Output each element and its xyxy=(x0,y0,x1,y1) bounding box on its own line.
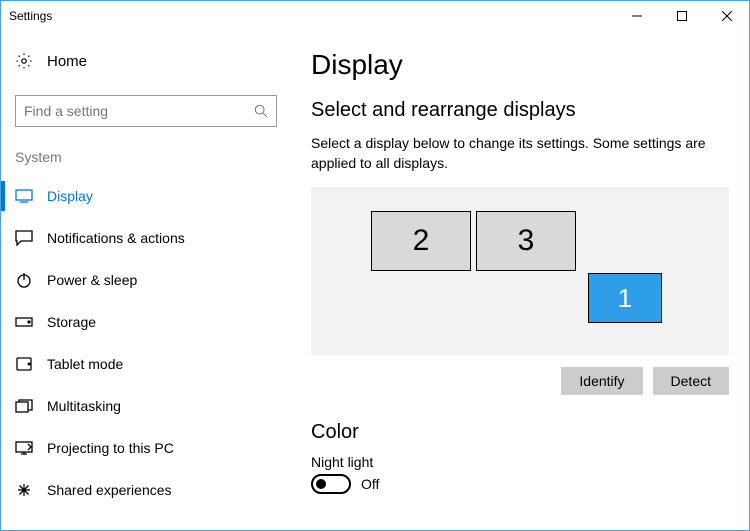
night-light-label: Night light xyxy=(311,454,729,470)
window-title: Settings xyxy=(9,9,52,23)
close-icon xyxy=(722,11,732,21)
storage-icon xyxy=(15,317,33,327)
shared-icon xyxy=(15,482,33,498)
arrange-description: Select a display below to change its set… xyxy=(311,134,729,173)
sidebar-item-label: Shared experiences xyxy=(47,482,172,498)
content-area: Display Select and rearrange displays Se… xyxy=(291,31,749,530)
search-box[interactable] xyxy=(15,95,277,127)
sidebar-item-label: Projecting to this PC xyxy=(47,440,174,456)
sidebar-item-label: Storage xyxy=(47,314,96,330)
sidebar-item-tablet[interactable]: Tablet mode xyxy=(1,343,291,385)
minimize-button[interactable] xyxy=(614,1,659,31)
power-icon xyxy=(15,272,33,288)
sidebar-item-label: Notifications & actions xyxy=(47,230,185,246)
section-label: System xyxy=(1,149,291,165)
sidebar-item-notifications[interactable]: Notifications & actions xyxy=(1,217,291,259)
multitasking-icon xyxy=(15,399,33,413)
titlebar: Settings xyxy=(1,1,749,31)
display-arrangement-box[interactable]: 2 3 1 xyxy=(311,187,729,355)
identify-button[interactable]: Identify xyxy=(561,367,642,395)
tablet-icon xyxy=(15,357,33,371)
sidebar-item-shared[interactable]: Shared experiences xyxy=(1,469,291,511)
monitor-3[interactable]: 3 xyxy=(476,211,576,271)
projecting-icon xyxy=(15,441,33,455)
night-light-toggle[interactable] xyxy=(311,474,351,494)
monitor-icon xyxy=(15,189,33,203)
monitor-1[interactable]: 1 xyxy=(588,273,662,323)
close-button[interactable] xyxy=(704,1,749,31)
sidebar-item-power[interactable]: Power & sleep xyxy=(1,259,291,301)
search-input[interactable] xyxy=(24,103,248,119)
search-icon xyxy=(254,104,268,118)
sidebar-item-label: Tablet mode xyxy=(47,356,123,372)
sidebar: Home System Display Notifications & acti… xyxy=(1,31,291,530)
sidebar-item-display[interactable]: Display xyxy=(1,175,291,217)
sidebar-item-label: Multitasking xyxy=(47,398,121,414)
minimize-icon xyxy=(632,11,642,21)
home-label: Home xyxy=(47,53,87,70)
sidebar-item-projecting[interactable]: Projecting to this PC xyxy=(1,427,291,469)
detect-button[interactable]: Detect xyxy=(653,367,729,395)
maximize-icon xyxy=(677,11,687,21)
night-light-state: Off xyxy=(361,476,379,492)
monitor-2[interactable]: 2 xyxy=(371,211,471,271)
chat-icon xyxy=(15,230,33,246)
sidebar-item-label: Display xyxy=(47,188,93,204)
home-button[interactable]: Home xyxy=(1,41,291,81)
sidebar-item-label: Power & sleep xyxy=(47,272,137,288)
arrange-heading: Select and rearrange displays xyxy=(311,99,729,122)
gear-icon xyxy=(15,52,33,70)
maximize-button[interactable] xyxy=(659,1,704,31)
sidebar-item-multitasking[interactable]: Multitasking xyxy=(1,385,291,427)
color-heading: Color xyxy=(311,421,729,444)
page-title: Display xyxy=(311,49,729,81)
sidebar-item-storage[interactable]: Storage xyxy=(1,301,291,343)
